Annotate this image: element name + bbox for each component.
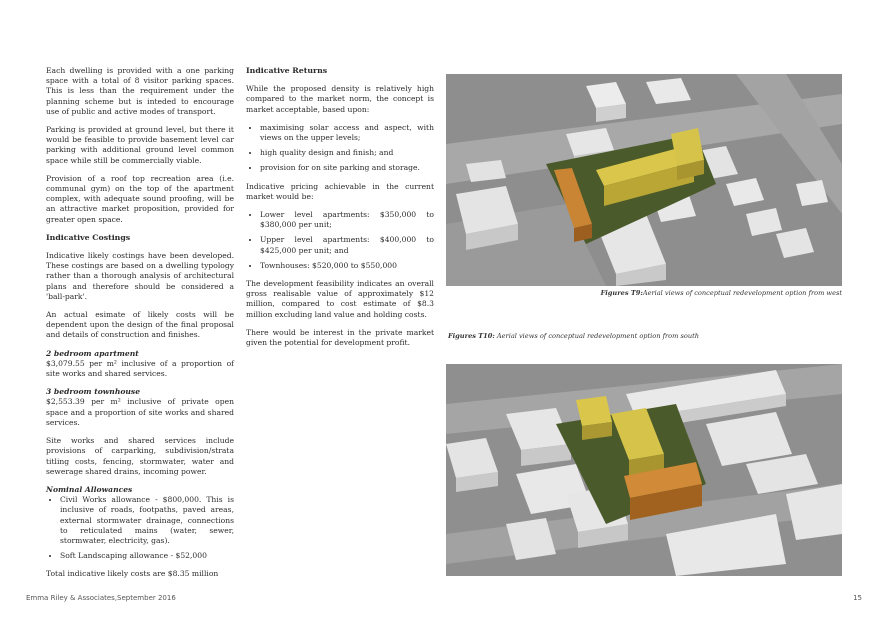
total-costs: Total indicative likely costs are $8.35 …: [46, 569, 219, 579]
caption-label: Figures T10:: [448, 332, 495, 340]
document-page: Each dwelling is provided with a one par…: [0, 0, 888, 628]
page-number: 15: [853, 594, 862, 602]
footer-credit: Emma Riley & Associates,September 2016: [26, 594, 176, 602]
three-bedroom-title: 3 bedroom townhouse: [46, 387, 141, 397]
list-item: Civil Works allowance - $800,000. This i…: [60, 495, 234, 546]
feasibility-paragraph: The development feasibility indicates an…: [246, 279, 434, 319]
estimate-paragraph: An actual esimate of likely costs will b…: [46, 310, 234, 340]
list-item: Townhouses: $520,000 to $550,000: [260, 261, 434, 271]
two-bedroom-title: 2 bedroom apartment: [46, 348, 139, 358]
costings-heading: Indicative Costings: [46, 232, 131, 242]
caption-text: Aerial views of conceptual redevelopment…: [494, 332, 699, 340]
allowances-list: Civil Works allowance - $800,000. This i…: [46, 495, 234, 561]
parking-paragraph: Each dwelling is provided with a one par…: [46, 66, 234, 116]
returns-heading: Indicative Returns: [246, 66, 328, 75]
list-item: Upper level apartments: $400,000 to $425…: [260, 235, 434, 255]
nominal-allowances-title: Nominal Allowances: [46, 484, 133, 494]
list-item: high quality design and finish; and: [260, 148, 434, 158]
ground-parking-paragraph: Parking is provided at ground level, but…: [46, 125, 234, 165]
site-works-paragraph: Site works and shared services include p…: [46, 436, 234, 476]
interest-paragraph: There would be interest in the private m…: [246, 327, 434, 348]
rooftop-paragraph: Provision of a roof top recreation area …: [46, 173, 234, 224]
list-item: Lower level apartments: $350,000 to $380…: [260, 210, 434, 230]
aerial-view-south-image: [446, 364, 842, 576]
middle-column: Indicative Returns While the proposed de…: [246, 66, 434, 356]
figure-t9-caption: Figures T9:Aerial views of conceptual re…: [601, 289, 842, 297]
figure-t10-caption: Figures T10: Aerial views of conceptual …: [448, 332, 699, 340]
aerial-render-west: [446, 74, 842, 286]
pricing-intro: Indicative pricing achievable in the cur…: [246, 181, 434, 201]
left-column: Each dwelling is provided with a one par…: [46, 66, 234, 588]
density-paragraph: While the proposed density is relatively…: [246, 84, 434, 114]
aerial-render-south: [446, 364, 842, 576]
two-bedroom-cost: $3,079.55 per m² inclusive of a proporti…: [46, 358, 234, 379]
list-item: provision for on site parking and storag…: [260, 163, 434, 173]
costings-paragraph: Indicative likely costings have been dev…: [46, 251, 234, 301]
list-item: maximising solar access and aspect, with…: [260, 123, 434, 143]
aerial-view-west-image: [446, 74, 842, 286]
basis-list: maximising solar access and aspect, with…: [246, 123, 434, 174]
three-bedroom-cost: $2,553.39 per m² inclusive of private op…: [46, 397, 234, 427]
caption-label: Figures T9:: [600, 289, 643, 297]
pricing-list: Lower level apartments: $350,000 to $380…: [246, 210, 434, 271]
caption-text: Aerial views of conceptual redevelopment…: [642, 289, 842, 297]
list-item: Soft Landscaping allowance - $52,000: [60, 551, 234, 561]
